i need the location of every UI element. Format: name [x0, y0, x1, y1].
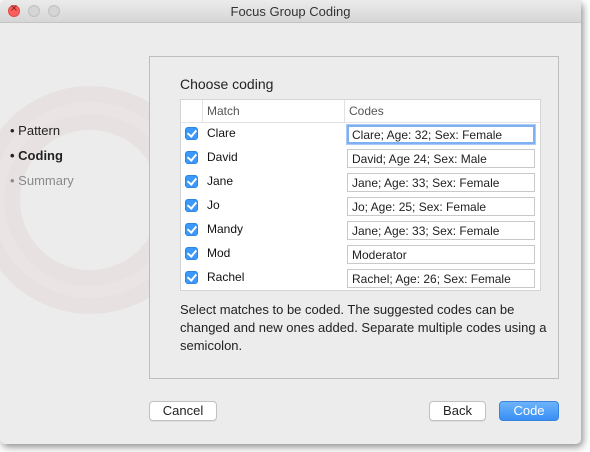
match-name: David	[207, 150, 238, 164]
code-field[interactable]	[347, 221, 535, 240]
row-checkbox[interactable]	[185, 223, 198, 236]
row-checkbox[interactable]	[185, 175, 198, 188]
table-row: Mod	[181, 242, 540, 266]
window-title: Focus Group Coding	[230, 4, 351, 19]
match-name: Jane	[207, 174, 234, 188]
column-divider[interactable]	[344, 100, 345, 122]
code-field[interactable]	[347, 269, 535, 288]
row-checkbox[interactable]	[185, 271, 198, 284]
code-field[interactable]	[347, 173, 535, 192]
match-name: Jo	[207, 198, 220, 212]
matches-table: Match Codes Clare David Jane Jo	[180, 99, 541, 291]
code-field[interactable]	[347, 125, 535, 144]
codes-column-header[interactable]: Codes	[349, 104, 384, 118]
dialog-window: × Focus Group Coding • Pattern • Coding …	[0, 0, 581, 444]
code-field[interactable]	[347, 245, 535, 264]
step-pattern: • Pattern	[10, 123, 61, 138]
code-field[interactable]	[347, 197, 535, 216]
step-label: Summary	[18, 173, 74, 188]
back-button[interactable]: Back	[429, 401, 486, 421]
row-checkbox[interactable]	[185, 151, 198, 164]
checkbox-column-header[interactable]	[181, 100, 203, 122]
cancel-button[interactable]: Cancel	[149, 401, 217, 421]
step-coding: • Coding	[10, 148, 63, 163]
step-summary: • Summary	[10, 173, 74, 188]
help-text: Select matches to be coded. The suggeste…	[180, 302, 547, 353]
row-checkbox[interactable]	[185, 199, 198, 212]
table-row: Jo	[181, 194, 540, 218]
code-button[interactable]: Code	[499, 401, 559, 421]
title-bar: × Focus Group Coding	[0, 0, 581, 23]
table-row: Mandy	[181, 218, 540, 242]
match-name: Clare	[207, 126, 236, 140]
match-column-header[interactable]: Match	[207, 104, 240, 118]
row-checkbox[interactable]	[185, 127, 198, 140]
panel-heading: Choose coding	[180, 76, 274, 92]
table-header: Match Codes	[181, 100, 540, 123]
match-name: Mandy	[207, 222, 244, 236]
table-row: Rachel	[181, 266, 540, 290]
match-name: Mod	[207, 246, 231, 260]
table-row: David	[181, 146, 540, 170]
step-label: Pattern	[18, 123, 61, 138]
table-row: Clare	[181, 122, 540, 146]
step-label: Coding	[18, 148, 63, 163]
code-field[interactable]	[347, 149, 535, 168]
wizard-steps: • Pattern • Coding • Summary	[10, 122, 74, 197]
match-name: Rachel	[207, 270, 245, 284]
table-row: Jane	[181, 170, 540, 194]
row-checkbox[interactable]	[185, 247, 198, 260]
coding-panel: Choose coding Match Codes Clare David Ja…	[149, 56, 559, 379]
